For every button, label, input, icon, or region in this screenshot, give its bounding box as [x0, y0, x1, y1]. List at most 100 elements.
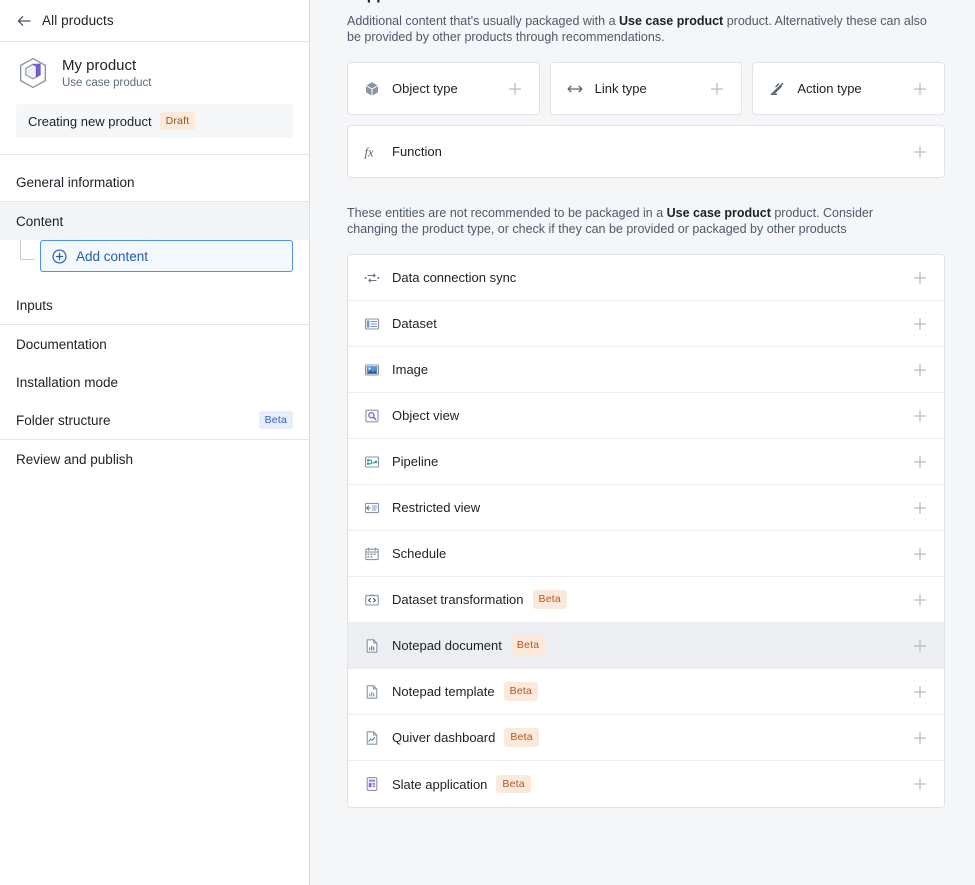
- sidebar-item-documentation[interactable]: Documentation: [0, 325, 309, 363]
- product-name: My product: [62, 56, 137, 74]
- add-icon[interactable]: [709, 81, 725, 97]
- add-icon[interactable]: [912, 408, 928, 424]
- beta-badge: Beta: [496, 774, 531, 794]
- pipeline-icon: [364, 455, 380, 468]
- sidebar-item-content[interactable]: Content: [0, 202, 309, 240]
- sidebar-item-label: Folder structure: [16, 412, 111, 428]
- add-icon[interactable]: [912, 776, 928, 792]
- add-icon[interactable]: [912, 270, 928, 286]
- cube-icon: [365, 81, 379, 96]
- entity-row-label: Data connection sync: [392, 270, 517, 285]
- app-root: All products My product Use case product…: [0, 0, 975, 885]
- status-badge: Draft: [159, 111, 196, 131]
- entity-row-label: Image: [392, 362, 429, 377]
- tree-connector: [20, 240, 34, 260]
- sidebar-item-installation-mode[interactable]: Installation mode: [0, 363, 309, 401]
- product-header: My product Use case product: [16, 56, 293, 90]
- entity-row-notepad-document[interactable]: Notepad document Beta: [348, 623, 944, 669]
- sidebar: All products My product Use case product…: [0, 0, 310, 885]
- add-content-wrapper: Add content: [0, 240, 309, 286]
- entity-row-label: Pipeline: [392, 454, 439, 469]
- add-content-button[interactable]: Add content: [40, 240, 293, 272]
- beta-badge: Beta: [532, 590, 567, 609]
- support-card-label: Action type: [797, 81, 862, 96]
- add-icon[interactable]: [912, 684, 928, 700]
- slate-application-icon: [366, 777, 378, 791]
- notepad-template-icon: [366, 684, 378, 699]
- entity-row-dataset-transformation[interactable]: Dataset transformation Beta: [348, 577, 944, 623]
- add-icon[interactable]: [912, 546, 928, 562]
- entity-row-image[interactable]: Image: [348, 347, 944, 393]
- section-description: Additional content that's usually packag…: [347, 13, 927, 45]
- entity-row-pipeline[interactable]: Pipeline: [348, 439, 944, 485]
- entity-row-label: Dataset: [392, 316, 437, 331]
- note-part-1: These entities are not recommended to be…: [347, 206, 667, 220]
- sidebar-item-general-information[interactable]: General information: [0, 163, 309, 201]
- nav-group-settings: Documentation Installation mode Folder s…: [0, 325, 309, 440]
- nav-group-review: Review and publish: [0, 440, 309, 478]
- not-recommended-entity-list: Data connection sync Dataset Image Objec…: [347, 254, 945, 808]
- back-to-all-products[interactable]: All products: [0, 0, 309, 42]
- add-content-label: Add content: [76, 248, 149, 264]
- entity-row-object-view[interactable]: Object view: [348, 393, 944, 439]
- nav-group-general: General information: [0, 163, 309, 202]
- main-inner: Support entities Additional content that…: [310, 0, 975, 808]
- entity-row-label: Object view: [392, 408, 460, 423]
- support-card-object-type[interactable]: Object type: [347, 62, 540, 115]
- sidebar-item-label: Inputs: [16, 297, 53, 313]
- entity-row-schedule[interactable]: Schedule: [348, 531, 944, 577]
- arrow-left-icon: [17, 15, 31, 26]
- not-recommended-note: These entities are not recommended to be…: [347, 205, 927, 237]
- add-icon[interactable]: [912, 500, 928, 516]
- note-product-type: Use case product: [666, 206, 771, 220]
- entity-row-data-connection-sync[interactable]: Data connection sync: [348, 255, 944, 301]
- desc-part-1: Additional content that's usually packag…: [347, 14, 620, 28]
- support-card-label: Object type: [392, 81, 458, 96]
- desc-product-type: Use case product: [619, 14, 724, 28]
- add-icon[interactable]: [912, 730, 928, 746]
- add-icon[interactable]: [912, 362, 928, 378]
- entity-row-label: Restricted view: [392, 500, 481, 515]
- notepad-document-icon: [366, 638, 378, 653]
- entity-row-notepad-template[interactable]: Notepad template Beta: [348, 669, 944, 715]
- entity-row-dataset[interactable]: Dataset: [348, 301, 944, 347]
- support-card-function[interactable]: fx Function: [347, 125, 945, 178]
- product-status-row: Creating new product Draft: [16, 104, 293, 138]
- sidebar-item-label: General information: [16, 174, 135, 190]
- support-card-link-type[interactable]: Link type: [549, 62, 743, 115]
- add-icon[interactable]: [912, 638, 928, 654]
- entity-row-quiver-dashboard[interactable]: Quiver dashboard Beta: [348, 715, 944, 761]
- sidebar-item-label: Installation mode: [16, 374, 119, 390]
- add-icon[interactable]: [912, 81, 928, 97]
- add-icon[interactable]: [912, 592, 928, 608]
- entity-row-restricted-view[interactable]: Restricted view: [348, 485, 944, 531]
- product-box-icon: [19, 57, 47, 89]
- schedule-icon: [365, 547, 379, 560]
- add-icon[interactable]: [507, 81, 523, 97]
- add-icon[interactable]: [912, 144, 928, 160]
- main-content: Support entities Additional content that…: [310, 0, 975, 885]
- dataset-icon: [364, 317, 380, 330]
- quiver-dashboard-icon: [366, 730, 378, 745]
- image-icon: [364, 363, 380, 376]
- add-icon[interactable]: [912, 454, 928, 470]
- data-connection-sync-icon: [364, 272, 380, 283]
- sidebar-item-folder-structure[interactable]: Folder structure Beta: [0, 401, 309, 439]
- support-card-action-type[interactable]: Action type: [752, 62, 946, 115]
- add-icon[interactable]: [912, 316, 928, 332]
- svg-text:fx: fx: [365, 145, 374, 159]
- sidebar-item-label: Review and publish: [16, 451, 134, 467]
- sidebar-nav: General information Content Add content: [0, 155, 309, 478]
- nav-group-content: Content Add content Inputs: [0, 202, 309, 325]
- product-text: My product Use case product: [62, 57, 152, 90]
- support-entity-cards: Object type Link type Action type: [347, 62, 946, 115]
- restricted-view-icon: [364, 502, 380, 513]
- entity-row-label: Quiver dashboard: [392, 730, 496, 745]
- entity-row-slate-application[interactable]: Slate application Beta: [348, 761, 944, 807]
- product-type: Use case product: [62, 76, 152, 89]
- function-fx-icon: fx: [365, 145, 374, 159]
- sidebar-item-review-and-publish[interactable]: Review and publish: [0, 440, 309, 478]
- sidebar-item-label: Documentation: [16, 336, 107, 352]
- sidebar-item-inputs[interactable]: Inputs: [0, 286, 309, 324]
- action-lines-icon: [770, 82, 784, 95]
